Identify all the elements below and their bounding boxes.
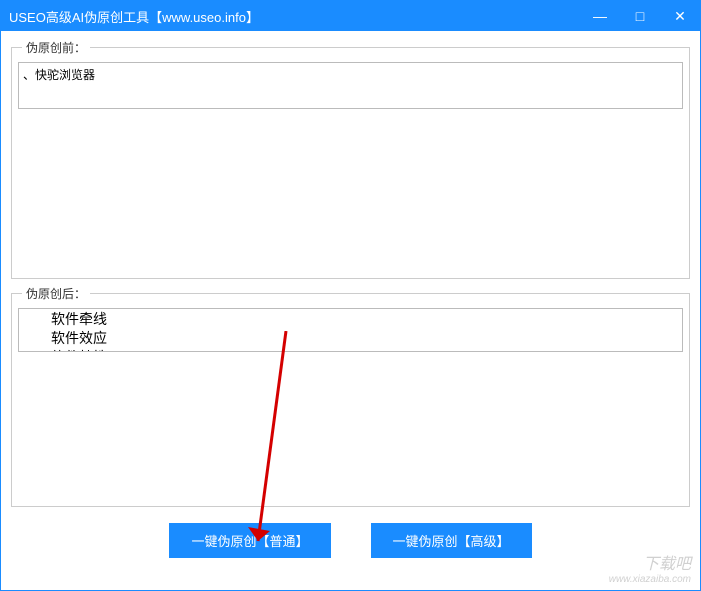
- button-row: 一键伪原创【普通】 一键伪原创【高级】: [11, 513, 690, 562]
- client-area: 伪原创前： 伪原创后： 一键伪原创【普通】 一键伪原创【高级】: [1, 31, 700, 590]
- minimize-button[interactable]: —: [580, 1, 620, 31]
- window-title: USEO高级AI伪原创工具【www.useo.info】: [9, 7, 580, 26]
- before-textarea[interactable]: [18, 62, 683, 109]
- pseudo-original-normal-button[interactable]: 一键伪原创【普通】: [169, 523, 330, 558]
- titlebar: USEO高级AI伪原创工具【www.useo.info】 — □ ✕: [1, 1, 700, 31]
- close-button[interactable]: ✕: [660, 1, 700, 31]
- before-legend: 伪原创前：: [22, 39, 90, 56]
- app-window: USEO高级AI伪原创工具【www.useo.info】 — □ ✕ 伪原创前：…: [0, 0, 701, 591]
- before-panel: 伪原创前：: [11, 39, 690, 279]
- after-textarea[interactable]: [18, 308, 683, 352]
- pseudo-original-advanced-button[interactable]: 一键伪原创【高级】: [371, 523, 532, 558]
- window-controls: — □ ✕: [580, 1, 700, 31]
- after-panel: 伪原创后：: [11, 285, 690, 507]
- maximize-button[interactable]: □: [620, 1, 660, 31]
- after-legend: 伪原创后：: [22, 285, 90, 302]
